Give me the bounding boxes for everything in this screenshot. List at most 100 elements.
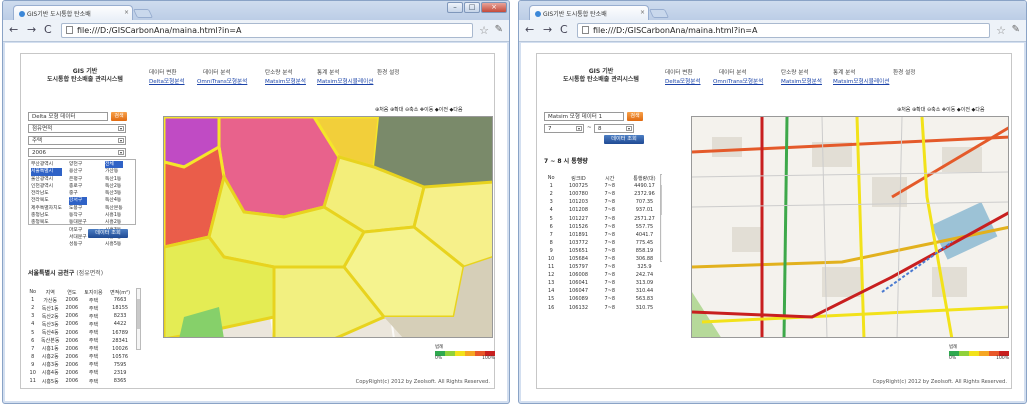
map-toolbar[interactable]: ⊕처음 ⊕확대 ⊖축소 ✥이동 ◆이전 ◆다음 — [375, 106, 463, 113]
wrench-icon[interactable]: ✎ — [495, 24, 503, 35]
list-option[interactable]: 충청남도 — [31, 212, 62, 219]
table-row[interactable]: 4 101208 7~8 937.01 — [544, 206, 662, 214]
table-row[interactable]: 8 103772 7~8 775.45 — [544, 239, 662, 247]
table-row[interactable]: 10 시흥4동 2006 주택 2319 — [28, 369, 134, 377]
table-row[interactable]: 1 100725 7~8 4490.17 — [544, 182, 662, 190]
search-button[interactable]: 검색 — [627, 112, 643, 121]
menu-data-convert[interactable]: 데이터 변환 — [149, 68, 177, 76]
list-option[interactable]: 부산광역시 — [31, 161, 62, 168]
time-to-select[interactable]: 8 ▾ — [594, 124, 634, 133]
menu-carbon-analysis[interactable]: 탄소량 분석 — [781, 68, 809, 76]
menu-settings[interactable]: 환경 설정 — [893, 68, 915, 76]
menu-settings[interactable]: 환경 설정 — [377, 68, 399, 76]
data-query-button[interactable]: 데이터 조회 — [604, 135, 644, 144]
table-row[interactable]: 3 101203 7~8 707.35 — [544, 198, 662, 206]
list-option[interactable]: 종로구 — [69, 183, 87, 190]
land-use-select[interactable]: 주택 ▾ — [28, 136, 126, 145]
table-row[interactable]: 1 가산동 2006 주택 7663 — [28, 296, 134, 304]
table-row[interactable]: 11 시흥5동 2006 주택 8365 — [28, 377, 134, 385]
maximize-icon[interactable]: □ — [464, 2, 480, 13]
forward-arrow-icon[interactable]: → — [27, 24, 36, 36]
list-option[interactable]: 가산동 — [105, 168, 123, 175]
table-scrollbar[interactable] — [660, 174, 662, 262]
submenu-delta[interactable]: Delta모형분석 — [665, 77, 701, 85]
menu-data-convert[interactable]: 데이터 변환 — [665, 68, 693, 76]
reload-icon[interactable]: C — [44, 24, 52, 36]
table-row[interactable]: 15 106089 7~8 563.83 — [544, 295, 662, 303]
table-row[interactable]: 14 106047 7~8 310.44 — [544, 287, 662, 295]
list-option[interactable]: 제주특별자치도 — [31, 205, 62, 212]
traffic-map[interactable] — [691, 116, 1009, 338]
list-option[interactable]: 전라북도 — [31, 197, 62, 204]
choropleth-map[interactable] — [163, 116, 493, 338]
menu-data-analysis[interactable]: 데이터 분석 — [203, 68, 231, 76]
submenu-matsim-sim[interactable]: Matsim모형시뮬레이션 — [833, 77, 889, 85]
list-option[interactable]: 서대문구 — [69, 234, 87, 241]
list-option[interactable]: 독산2동 — [105, 183, 123, 190]
table-row[interactable]: 7 101891 7~8 4041.7 — [544, 231, 662, 239]
menu-data-analysis[interactable]: 데이터 분석 — [719, 68, 747, 76]
new-tab-button[interactable] — [132, 9, 154, 18]
table-row[interactable]: 6 독산본동 2006 주택 28341 — [28, 337, 134, 345]
sido-list[interactable]: 부산광역시 서울특별시 울산광역시 인천광역시 전라남도 전라북도 제주특별자치도 충청남도 충… — [31, 161, 62, 227]
close-tab-icon[interactable]: × — [124, 9, 129, 16]
list-option[interactable]: 성동구 — [69, 241, 87, 248]
close-window-icon[interactable]: × — [481, 2, 507, 13]
list-option[interactable]: 독산3동 — [105, 190, 123, 197]
area-type-select[interactable]: 점유면적 ▾ — [28, 124, 126, 133]
list-option[interactable]: 도봉구 — [69, 205, 87, 212]
reload-icon[interactable]: C — [560, 24, 568, 36]
year-select[interactable]: 2006 ▾ — [28, 148, 126, 157]
table-scrollbar[interactable] — [136, 288, 141, 350]
data-query-button[interactable]: 데이터 조회 — [88, 229, 128, 238]
browser-tab[interactable]: GIS기반 도시통합 탄소배 × — [13, 5, 133, 20]
browser-tab[interactable]: GIS기반 도시통합 탄소배 × — [529, 5, 649, 20]
submenu-omnitrans[interactable]: OmniTrans모형분석 — [713, 77, 763, 85]
table-row[interactable]: 13 106041 7~8 313.09 — [544, 279, 662, 287]
gu-list[interactable]: 양천구 용산구 은평구 종로구 중구 강서구 도봉구 동작구 동대문구 마포구 서대문구 성동구 — [69, 161, 87, 249]
wrench-icon[interactable]: ✎ — [1012, 24, 1020, 35]
back-arrow-icon[interactable]: ← — [9, 24, 18, 36]
list-option[interactable]: 강서구 — [69, 197, 87, 205]
menu-carbon-analysis[interactable]: 탄소량 분석 — [265, 68, 293, 76]
address-bar[interactable]: file:///D:/GISCarbonAna/maina.html?in=A — [61, 23, 473, 38]
table-row[interactable]: 12 106008 7~8 242.74 — [544, 271, 662, 279]
list-option[interactable]: 충청북도 — [31, 219, 62, 226]
new-tab-button[interactable] — [648, 9, 670, 18]
table-row[interactable]: 9 105651 7~8 858.19 — [544, 247, 662, 255]
table-row[interactable]: 5 독산4동 2006 주택 16789 — [28, 328, 134, 337]
table-row[interactable]: 11 105797 7~8 325.9 — [544, 263, 662, 271]
list-option[interactable]: 시흥1동 — [105, 212, 123, 219]
model-data-select[interactable]: Matsim 모형 데이터 1 — [544, 112, 624, 121]
list-option[interactable]: 시흥5동 — [105, 241, 123, 248]
bookmark-star-icon[interactable]: ☆ — [479, 24, 489, 37]
table-row[interactable]: 3 독산2동 2006 주택 8233 — [28, 312, 134, 320]
model-data-select[interactable]: Delta 모형 데이터 — [28, 112, 108, 121]
table-row[interactable]: 2 독산1동 2006 주택 18155 — [28, 304, 134, 312]
list-option[interactable]: 마포구 — [69, 227, 87, 234]
search-button[interactable]: 검색 — [111, 112, 127, 121]
table-row[interactable]: 2 100780 7~8 2372.96 — [544, 190, 662, 198]
menu-stats-analysis[interactable]: 통계 분석 — [833, 68, 855, 76]
table-row[interactable]: 8 시흥2동 2006 주택 10576 — [28, 353, 134, 361]
list-option[interactable]: 전라남도 — [31, 190, 62, 197]
submenu-matsim[interactable]: Matsim모형분석 — [781, 77, 822, 85]
list-option[interactable]: 용산구 — [69, 168, 87, 175]
table-row[interactable]: 16 106132 7~8 310.75 — [544, 304, 662, 312]
forward-arrow-icon[interactable]: → — [543, 24, 552, 36]
menu-stats-analysis[interactable]: 통계 분석 — [317, 68, 339, 76]
table-row[interactable]: 7 시흥1동 2006 주택 10026 — [28, 345, 134, 353]
close-tab-icon[interactable]: × — [640, 9, 645, 16]
list-option[interactable]: 서울특별시 — [31, 168, 62, 176]
list-option[interactable]: 인천광역시 — [31, 183, 62, 190]
list-option[interactable]: 은평구 — [69, 176, 87, 183]
table-row[interactable]: 4 독산3동 2006 주택 4422 — [28, 320, 134, 328]
list-option[interactable]: 독산4동 — [105, 197, 123, 204]
list-option[interactable]: 울산광역시 — [31, 176, 62, 183]
table-row[interactable]: 9 시흥3동 2006 주택 7595 — [28, 361, 134, 369]
list-option[interactable]: 시흥2동 — [105, 219, 123, 226]
list-option[interactable]: 전체 — [105, 161, 123, 169]
list-option[interactable]: 독산본동 — [105, 205, 123, 212]
submenu-matsim[interactable]: Matsim모형분석 — [265, 77, 306, 85]
address-bar[interactable]: file:///D:/GISCarbonAna/maina.html?in=A — [577, 23, 990, 38]
